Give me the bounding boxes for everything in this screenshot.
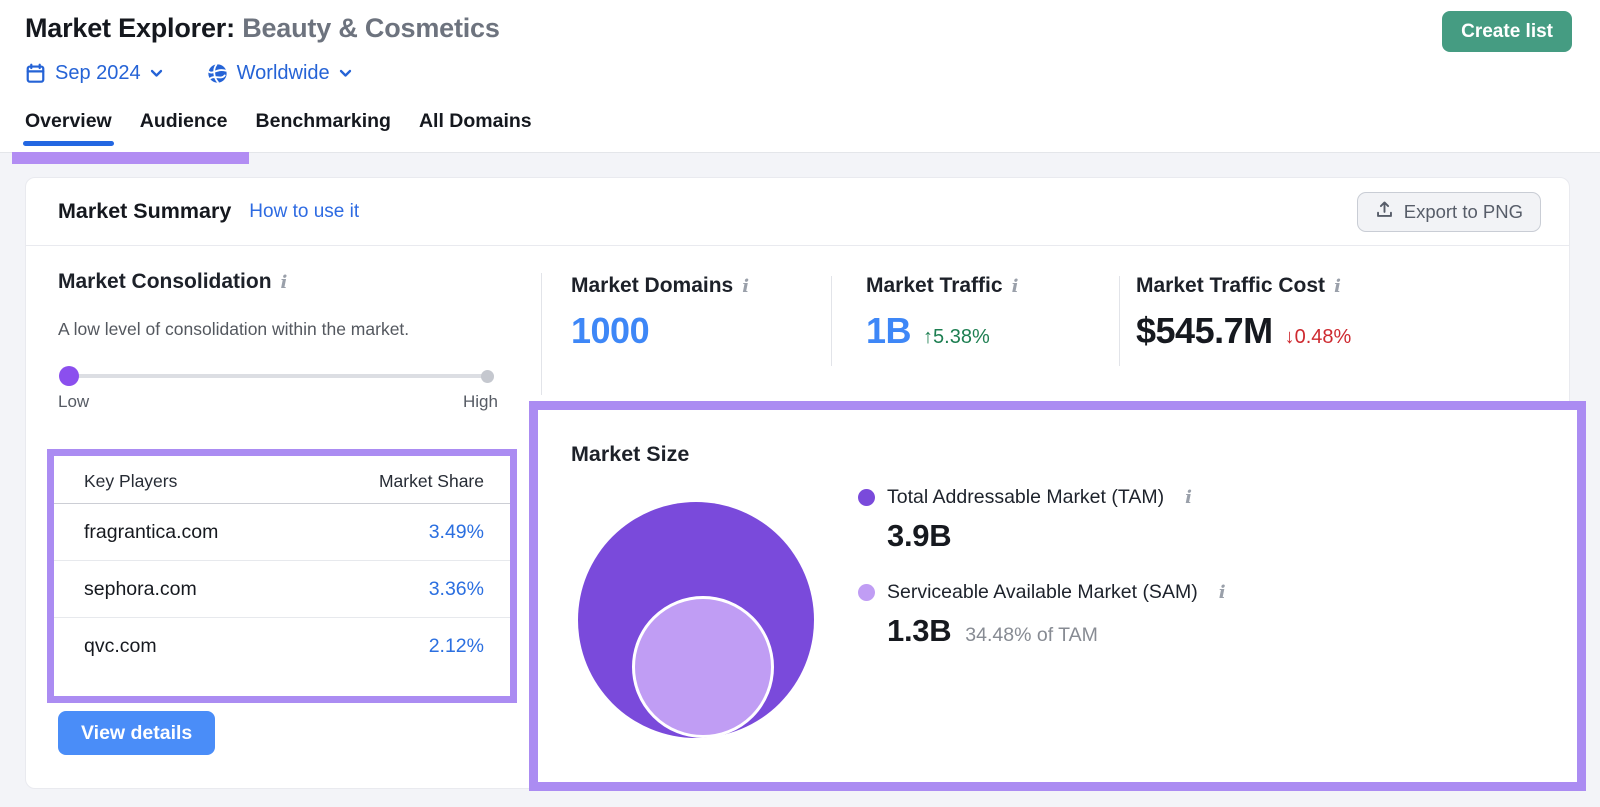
column-header-key-players: Key Players: [84, 471, 178, 491]
tab-all-domains[interactable]: All Domains: [419, 110, 532, 146]
tab-audience[interactable]: Audience: [140, 110, 228, 146]
slider-high-label: High: [463, 392, 498, 411]
tam-value: 3.9B: [887, 518, 952, 553]
table-row: fragrantica.com 3.49%: [54, 504, 510, 561]
date-selector-label: Sep 2024: [55, 62, 141, 84]
info-icon[interactable]: i: [1219, 582, 1226, 603]
market-size-title: Market Size: [571, 442, 690, 466]
slider-end-dot: [481, 370, 494, 383]
metric-label: Market Traffic i: [866, 274, 1018, 298]
key-player-share[interactable]: 2.12%: [429, 635, 484, 658]
metric-change-down: ↓0.48%: [1284, 326, 1352, 348]
divider: [541, 273, 542, 395]
metric-label: Market Domains i: [571, 274, 749, 298]
slider-handle[interactable]: [59, 366, 79, 386]
chevron-down-icon: [150, 69, 163, 78]
key-player-domain: qvc.com: [84, 635, 157, 657]
sam-percent-of-tam: 34.48% of TAM: [965, 624, 1098, 646]
metric-change-up: ↑5.38%: [923, 326, 990, 348]
region-selector-label: Worldwide: [236, 62, 330, 84]
chevron-down-icon: [339, 69, 352, 78]
table-row: qvc.com 2.12%: [54, 618, 510, 675]
view-details-button[interactable]: View details: [58, 711, 216, 755]
region-selector[interactable]: Worldwide: [207, 62, 352, 85]
metric-label-text: Market Traffic Cost: [1136, 274, 1326, 297]
legend-item-sam: Serviceable Available Market (SAM) i 1.3…: [858, 581, 1498, 649]
filter-bar: Sep 2024 Worldwide: [25, 62, 352, 85]
divider: [831, 276, 832, 366]
annotation-highlight-market-size: Market Size Total Addressable Market (TA…: [529, 401, 1586, 791]
metric-market-domains: Market Domains i 1000: [571, 274, 749, 352]
sam-label: Serviceable Available Market (SAM): [887, 581, 1198, 603]
card-title: Market Summary: [58, 199, 232, 223]
metric-value: 1000: [571, 310, 650, 351]
date-selector[interactable]: Sep 2024: [25, 62, 163, 85]
info-icon[interactable]: i: [281, 272, 288, 293]
key-player-domain: fragrantica.com: [84, 520, 219, 543]
market-consolidation-title-text: Market Consolidation: [58, 270, 272, 293]
calendar-icon: [25, 63, 46, 84]
export-to-png-label: Export to PNG: [1403, 200, 1523, 222]
info-icon[interactable]: i: [1334, 276, 1341, 297]
metric-value: 1B: [866, 310, 912, 351]
tab-bar: Overview Audience Benchmarking All Domai…: [23, 110, 532, 146]
sam-legend-dot: [858, 584, 875, 601]
page-title: Market Explorer: Beauty & Cosmetics: [25, 13, 500, 44]
market-consolidation-description: A low level of consolidation within the …: [58, 319, 410, 339]
metric-value: $545.7M: [1136, 310, 1273, 351]
key-player-domain: sephora.com: [84, 577, 197, 600]
divider: [1119, 276, 1120, 366]
page-header: Market Explorer: Beauty & Cosmetics Crea…: [0, 0, 1600, 153]
legend-item-tam: Total Addressable Market (TAM) i 3.9B: [858, 486, 1498, 554]
tab-benchmarking[interactable]: Benchmarking: [256, 110, 391, 146]
page-title-primary: Market Explorer:: [25, 13, 235, 43]
metric-label-text: Market Traffic: [866, 274, 1003, 297]
market-size-legend: Total Addressable Market (TAM) i 3.9B Se…: [858, 486, 1498, 649]
info-icon[interactable]: i: [1012, 276, 1019, 297]
annotation-highlight-tabs: [12, 152, 249, 164]
globe-icon: [207, 63, 228, 84]
metric-market-traffic-cost: Market Traffic Cost i $545.7M ↓0.48%: [1136, 274, 1351, 352]
sam-circle: [632, 596, 774, 738]
market-consolidation-title: Market Consolidation i: [58, 270, 287, 294]
info-icon[interactable]: i: [1185, 487, 1192, 508]
tab-overview[interactable]: Overview: [23, 110, 114, 146]
sam-value: 1.3B: [887, 613, 952, 648]
column-header-market-share: Market Share: [378, 471, 484, 491]
key-players-table-header: Key Players Market Share: [54, 456, 510, 504]
page-title-secondary: Beauty & Cosmetics: [242, 13, 500, 43]
upload-icon: [1375, 200, 1394, 224]
export-to-png-button[interactable]: Export to PNG: [1356, 191, 1541, 232]
how-to-use-link[interactable]: How to use it: [249, 201, 359, 223]
slider-low-label: Low: [58, 392, 90, 411]
metric-market-traffic: Market Traffic i 1B ↑5.38%: [866, 274, 1018, 352]
market-summary-card: Market Summary How to use it Export to P…: [25, 177, 1586, 791]
key-players-table: Key Players Market Share fragrantica.com…: [54, 456, 510, 675]
slider-track: [59, 374, 494, 378]
consolidation-slider: [59, 366, 494, 386]
key-player-share[interactable]: 3.49%: [429, 521, 484, 544]
metric-label: Market Traffic Cost i: [1136, 274, 1351, 298]
card-header: Market Summary How to use it Export to P…: [26, 178, 1569, 246]
annotation-highlight-key-players: Key Players Market Share fragrantica.com…: [47, 449, 517, 703]
tam-legend-dot: [858, 489, 875, 506]
tam-label: Total Addressable Market (TAM): [887, 486, 1165, 508]
key-player-share[interactable]: 3.36%: [429, 578, 484, 601]
metric-label-text: Market Domains: [571, 274, 734, 297]
info-icon[interactable]: i: [742, 276, 749, 297]
table-row: sephora.com 3.36%: [54, 561, 510, 618]
create-list-button[interactable]: Create list: [1442, 11, 1572, 52]
